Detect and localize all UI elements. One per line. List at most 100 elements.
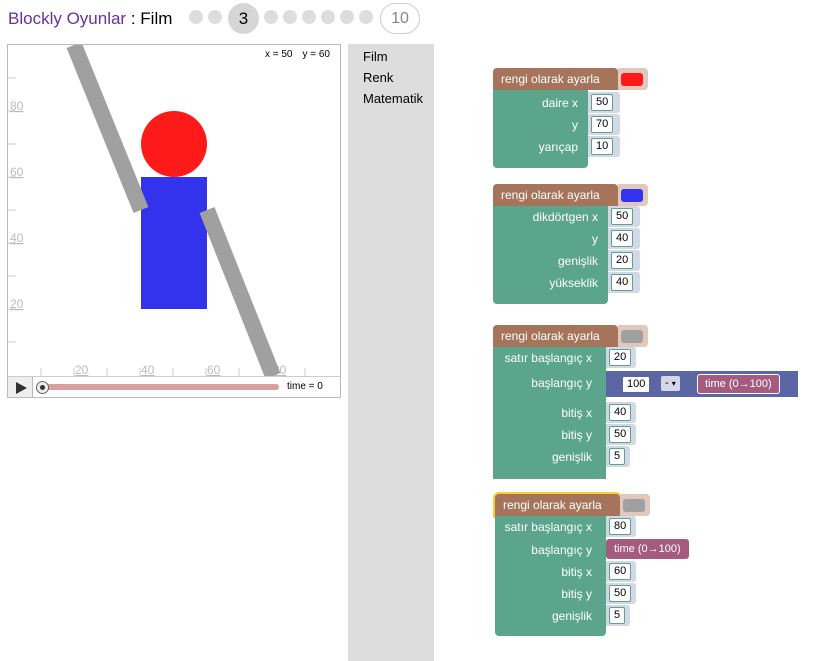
row-label: yarıçap [538,140,578,154]
row-label: başlangıç y [531,376,592,390]
time-slider-knob[interactable] [36,381,49,394]
level-dot-4[interactable] [264,10,278,24]
block-header-label: rengi olarak ayarla [501,329,600,343]
block-header-label: rengi olarak ayarla [501,188,600,202]
colour-swatch-blue[interactable] [621,189,643,202]
number-input[interactable]: 40 [609,404,632,421]
number-input[interactable]: 40 [611,230,634,247]
toolbox-category-matematik[interactable]: Matematik [363,91,423,106]
row-label: y [572,118,578,132]
x-tick-label: 40 [141,363,155,376]
row-label: genişlik [551,609,592,623]
row-label: genişlik [551,450,592,464]
toolbox-category-renk[interactable]: Renk [363,70,393,85]
grey-line-right [199,207,281,376]
num-socket: 50 [606,424,636,445]
row-bitis-x: bitiş x [495,561,606,583]
number-input[interactable]: 20 [609,349,632,366]
number-input[interactable]: 50 [609,585,632,602]
num-socket: 50 [606,583,636,604]
level-dot-8[interactable] [340,10,354,24]
number-input[interactable]: 50 [611,208,634,225]
row-dikdortgen-x: dikdörtgen x [493,206,608,228]
time-variable-block[interactable]: time (0→100) [697,374,780,394]
colour-swatch-grey[interactable] [623,499,645,512]
num-socket: 20 [606,347,636,368]
number-input[interactable]: 60 [609,563,632,580]
level-dot-last[interactable]: 10 [380,3,420,34]
coordinate-readout: x = 50 y = 60 [255,49,330,60]
block-header[interactable]: rengi olarak ayarla [493,325,618,347]
block-header[interactable]: rengi olarak ayarla [493,184,618,206]
level-dot-6[interactable] [302,10,316,24]
block-bottom [493,294,608,304]
colour-swatch-red[interactable] [621,73,643,86]
level-name: Film [140,9,173,28]
number-input[interactable]: 40 [611,274,634,291]
block-header[interactable]: rengi olarak ayarla [495,494,620,516]
header: Blockly Oyunlar : Film 3 10 [0,0,839,40]
toolbox: Film Renk Matematik [348,44,434,661]
level-dot-7[interactable] [321,10,335,24]
row-bitis-y: bitiş y [495,583,606,605]
math-arithmetic-block[interactable]: 100 - ▾ time (0→100) [606,371,798,397]
num-socket: 80 [606,516,636,537]
operator-dropdown[interactable]: - ▾ [661,376,680,391]
time-variable-block[interactable]: time (0→100) [606,539,689,559]
row-satir-baslangic-x: satır başlangıç x [493,347,606,369]
row-label: bitiş x [561,565,592,579]
level-dot-5[interactable] [283,10,297,24]
x-tick-label: 20 [75,363,89,376]
number-input[interactable]: 50 [609,426,632,443]
toolbox-category-film[interactable]: Film [363,49,388,64]
level-dot-2[interactable] [208,10,222,24]
colour-field[interactable] [620,494,650,516]
row-bitis-x: bitiş x [493,402,606,424]
level-dot-9[interactable] [359,10,373,24]
row-label: satır başlangıç x [504,520,592,534]
row-satir-baslangic-x: satır başlangıç x [495,516,606,538]
row-baslangic-y: başlangıç y [493,372,606,394]
colour-swatch-grey[interactable] [621,330,643,343]
row-yukseklik: yükseklik [493,272,608,294]
row-bitis-y: bitiş y [493,424,606,446]
number-input[interactable]: 80 [609,518,632,535]
app-title-link[interactable]: Blockly Oyunlar [8,9,126,28]
row-label: başlangıç y [531,543,592,557]
block-header-label: rengi olarak ayarla [503,498,602,512]
operator-symbol: - [665,377,669,389]
number-input[interactable]: 5 [609,448,626,465]
number-input[interactable]: 50 [591,94,614,111]
number-input[interactable]: 10 [591,138,614,155]
coord-x: x = 50 [264,49,293,60]
chevron-down-icon: ▾ [671,379,676,388]
page-title: Blockly Oyunlar : Film [8,9,172,29]
colour-field[interactable] [618,68,648,90]
block-bottom [493,158,588,168]
colour-field[interactable] [618,184,648,206]
play-button[interactable] [8,377,33,397]
display-canvas: 80 60 40 20 20 40 60 80 x = 50 y = 60 tim… [7,44,341,398]
row-y: y [493,114,588,136]
num-socket: 70 [588,114,620,135]
time-slider[interactable] [38,384,279,390]
number-input[interactable]: 5 [609,607,626,624]
row-y: y [493,228,608,250]
level-dot-current[interactable]: 3 [228,3,259,34]
block-header[interactable]: rengi olarak ayarla [493,68,618,90]
num-socket: 10 [588,136,620,157]
number-input[interactable]: 100 [622,376,651,393]
num-socket: 5 [606,446,630,467]
block-workspace[interactable]: rengi olarak ayarla daire x 50 y 70 yarı… [434,44,839,661]
number-input[interactable]: 70 [591,116,614,133]
num-socket: 50 [608,206,640,227]
num-socket: 5 [606,605,630,626]
level-dot-1[interactable] [189,10,203,24]
number-input[interactable]: 20 [611,252,634,269]
y-tick-label: 20 [10,297,24,311]
row-label: y [592,232,598,246]
row-label: bitiş y [561,587,592,601]
row-label: satır başlangıç x [504,351,592,365]
colour-field[interactable] [618,325,648,347]
row-label: genişlik [557,254,598,268]
